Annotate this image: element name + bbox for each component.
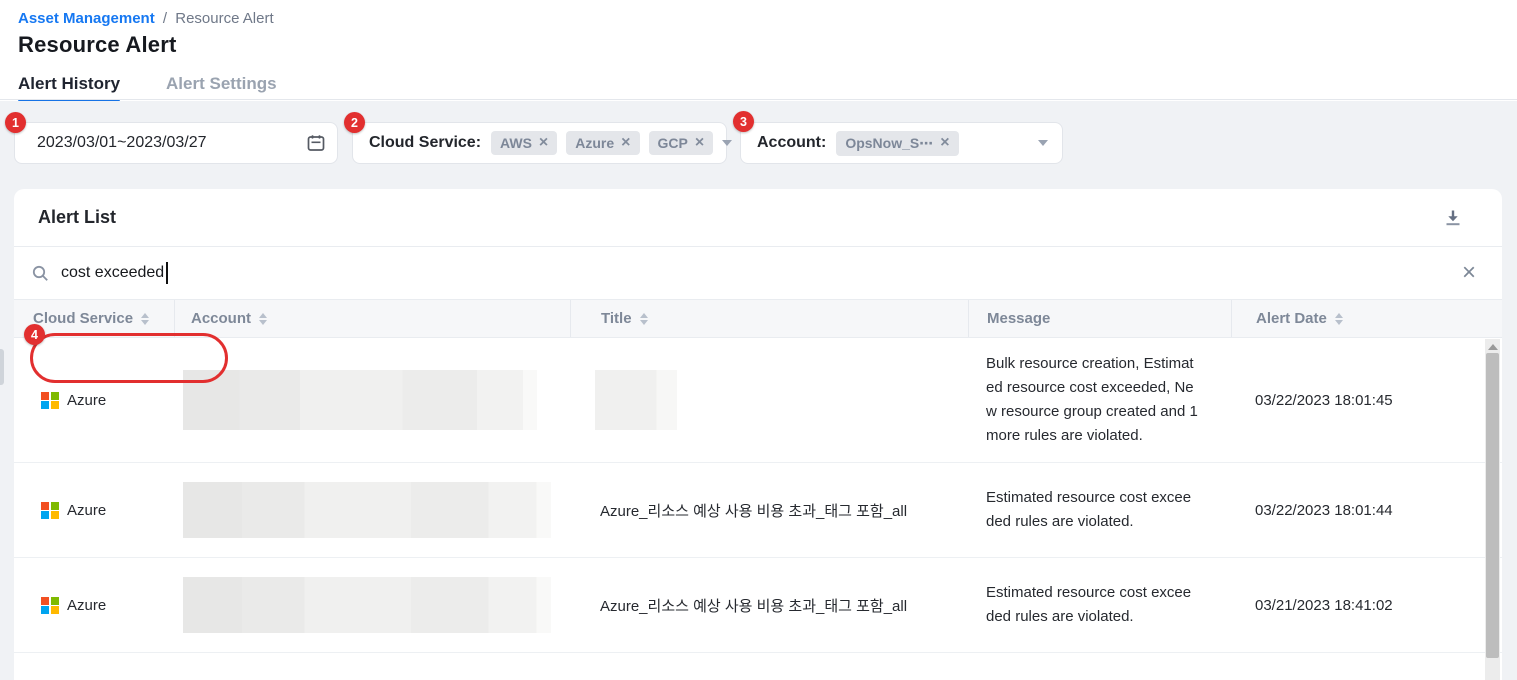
message-text: Estimated resource cost exceeded rules a… xyxy=(986,571,1198,639)
azure-icon xyxy=(41,502,58,519)
redacted-account xyxy=(183,482,551,538)
tag-label: AWS xyxy=(500,135,532,151)
redacted-account xyxy=(183,577,551,633)
cloud-service-cell: Azure xyxy=(14,338,174,462)
annotation-badge-4: 4 xyxy=(24,324,45,345)
alert-date: 03/21/2023 18:41:02 xyxy=(1255,597,1393,614)
alert-date: 03/22/2023 18:01:45 xyxy=(1255,392,1393,409)
scrollbar-up-arrow-icon[interactable] xyxy=(1488,344,1498,350)
download-icon[interactable] xyxy=(1444,209,1462,227)
remove-tag-icon[interactable]: × xyxy=(695,135,704,151)
content-area: 2023/03/01~2023/03/27 Cloud Service: AWS… xyxy=(0,101,1517,680)
alert-title: Azure_리소스 예상 사용 비용 초과_태그 포함_all xyxy=(600,500,907,521)
table-row[interactable]: Azure Azure_리소스 예상 사용 비용 초과_태그 포함_all Es… xyxy=(14,558,1502,653)
cloud-service-tag-gcp: GCP × xyxy=(649,131,714,155)
column-label: Title xyxy=(601,310,632,327)
column-label: Cloud Service xyxy=(33,310,133,327)
column-label: Account xyxy=(191,310,251,327)
chevron-down-icon[interactable] xyxy=(1038,140,1048,146)
sort-icon[interactable] xyxy=(259,313,267,325)
annotation-badge-2: 2 xyxy=(344,112,365,133)
scrollbar-thumb[interactable] xyxy=(1486,353,1499,658)
cloud-service-tag-azure: Azure × xyxy=(566,131,639,155)
alert-list-title: Alert List xyxy=(38,207,116,228)
chevron-down-icon[interactable] xyxy=(722,140,732,146)
breadcrumb-separator: / xyxy=(163,10,167,27)
tab-alert-history[interactable]: Alert History xyxy=(18,74,120,103)
tag-label: OpsNow_S⋯ xyxy=(845,135,933,152)
account-tag-opsnow: OpsNow_S⋯ × xyxy=(836,131,958,156)
date-range-filter[interactable]: 2023/03/01~2023/03/27 xyxy=(14,122,338,164)
breadcrumb-current: Resource Alert xyxy=(175,10,273,27)
alert-date-cell: 03/22/2023 18:01:44 xyxy=(1231,463,1502,557)
table-header: Cloud Service Account Title Message Aler… xyxy=(14,300,1502,338)
sort-icon[interactable] xyxy=(1335,313,1343,325)
redacted-account xyxy=(183,370,537,430)
redacted-title xyxy=(595,370,677,430)
cloud-service-cell: Azure xyxy=(14,558,174,652)
title-cell: Azure_리소스 예상 사용 비용 초과_태그 포함_all xyxy=(570,463,968,557)
page-header: Asset Management / Resource Alert Resour… xyxy=(0,0,1517,100)
message-text: Bulk resource creation, Estimated resour… xyxy=(986,342,1198,458)
search-icon xyxy=(32,265,49,282)
clear-search-icon[interactable]: × xyxy=(1462,261,1476,285)
column-header-title[interactable]: Title xyxy=(570,300,968,337)
table-row[interactable]: Azure Azure_리소스 예상 사용 비용 초과_태그 포함_all Es… xyxy=(14,463,1502,558)
search-value: cost exceeded xyxy=(61,264,164,282)
cloud-service-filter[interactable]: Cloud Service: AWS × Azure × GCP × xyxy=(352,122,727,164)
page-title: Resource Alert xyxy=(18,32,1517,58)
text-cursor xyxy=(166,262,168,284)
alert-title: Azure_리소스 예상 사용 비용 초과_태그 포함_all xyxy=(600,595,907,616)
message-cell: Estimated resource cost exceeded rules a… xyxy=(968,558,1231,652)
tag-label: GCP xyxy=(658,135,688,151)
sort-icon[interactable] xyxy=(640,313,648,325)
table-row[interactable]: Azure Bulk resource creation, Estimated … xyxy=(14,338,1502,463)
alert-list-header: Alert List xyxy=(14,189,1502,247)
column-label: Message xyxy=(987,310,1050,327)
cloud-service-name: Azure xyxy=(67,392,106,409)
message-cell: Bulk resource creation, Estimated resour… xyxy=(968,338,1231,462)
azure-icon xyxy=(41,597,58,614)
remove-tag-icon[interactable]: × xyxy=(940,135,949,151)
message-cell: Estimated resource cost exceeded rules a… xyxy=(968,463,1231,557)
search-bar[interactable]: cost exceeded × xyxy=(14,247,1502,300)
azure-icon xyxy=(41,392,58,409)
tab-alert-settings[interactable]: Alert Settings xyxy=(166,74,277,103)
remove-tag-icon[interactable]: × xyxy=(621,135,630,151)
alert-date-cell: 03/21/2023 18:41:02 xyxy=(1231,558,1502,652)
column-label: Alert Date xyxy=(1256,310,1327,327)
cloud-service-name: Azure xyxy=(67,502,106,519)
alert-date-cell: 03/22/2023 18:01:45 xyxy=(1231,338,1502,462)
title-cell: Azure_리소스 예상 사용 비용 초과_태그 포함_all xyxy=(570,558,968,652)
alert-date: 03/22/2023 18:01:44 xyxy=(1255,502,1393,519)
annotation-badge-1: 1 xyxy=(5,112,26,133)
table-scrollbar[interactable] xyxy=(1485,339,1500,680)
breadcrumb-parent-link[interactable]: Asset Management xyxy=(18,10,155,27)
message-text: Estimated resource cost exceeded rules a… xyxy=(986,476,1198,544)
page-scrollbar-fragment[interactable] xyxy=(0,349,4,385)
search-input[interactable]: cost exceeded xyxy=(61,262,168,284)
annotation-badge-3: 3 xyxy=(733,111,754,132)
sort-icon[interactable] xyxy=(141,313,149,325)
account-filter[interactable]: Account: OpsNow_S⋯ × xyxy=(740,122,1063,164)
cloud-service-name: Azure xyxy=(67,597,106,614)
breadcrumb: Asset Management / Resource Alert xyxy=(18,10,1517,27)
column-header-account[interactable]: Account xyxy=(174,300,570,337)
alert-list-panel: Alert List cost exceeded × Cloud Service… xyxy=(14,189,1502,680)
account-filter-label: Account: xyxy=(757,134,826,152)
column-header-alert-date[interactable]: Alert Date xyxy=(1231,300,1502,337)
date-range-value: 2023/03/01~2023/03/27 xyxy=(37,134,207,152)
tag-label: Azure xyxy=(575,135,614,151)
calendar-icon[interactable] xyxy=(307,134,325,152)
tab-bar: Alert History Alert Settings xyxy=(18,74,1517,103)
cloud-service-tag-aws: AWS × xyxy=(491,131,557,155)
cloud-service-cell: Azure xyxy=(14,463,174,557)
column-header-message: Message xyxy=(968,300,1231,337)
cloud-service-filter-label: Cloud Service: xyxy=(369,134,481,152)
remove-tag-icon[interactable]: × xyxy=(539,135,548,151)
